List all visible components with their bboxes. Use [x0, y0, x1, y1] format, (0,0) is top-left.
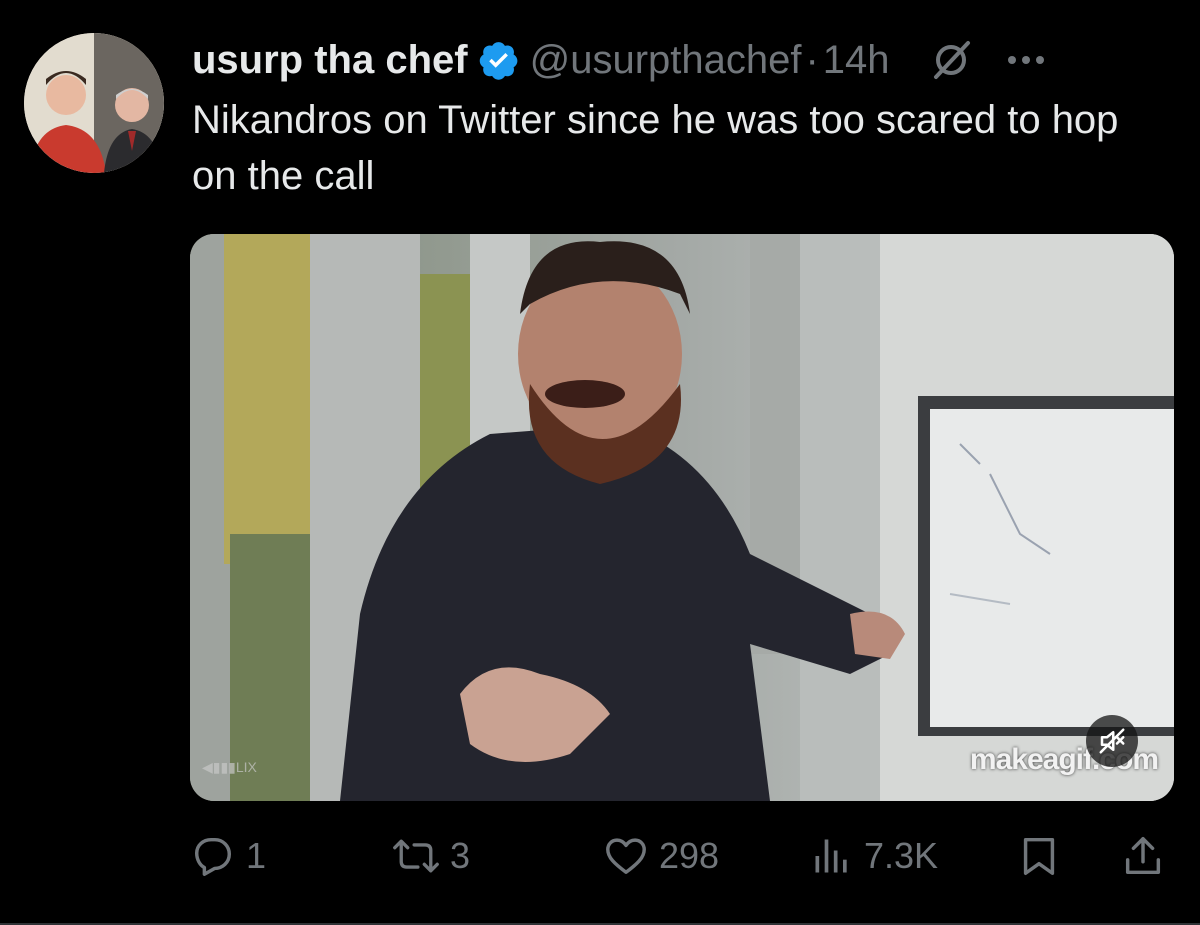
repost-button[interactable]: 3 — [392, 828, 470, 884]
avatar-image — [24, 33, 164, 173]
share-icon — [1125, 837, 1161, 875]
more-icon[interactable] — [1006, 54, 1046, 66]
grok-icon[interactable] — [928, 37, 974, 83]
video-frame: ◀▮▮▮LIX — [190, 234, 1174, 801]
separator-dot: · — [805, 37, 819, 82]
views-button[interactable]: 7.3K — [810, 828, 938, 884]
tweet[interactable]: usurp tha chef @usurpthachef · 14h Nikan… — [0, 0, 1200, 925]
reply-button[interactable]: 1 — [190, 828, 266, 884]
avatar[interactable] — [24, 33, 164, 173]
bookmark-icon — [1023, 837, 1055, 875]
svg-text:◀▮▮▮LIX: ◀▮▮▮LIX — [202, 759, 258, 775]
reply-count: 1 — [246, 835, 267, 876]
tweet-video[interactable]: ◀▮▮▮LIX makeagif.com — [190, 234, 1174, 801]
verified-badge-icon — [479, 42, 517, 80]
views-count: 7.3K — [864, 835, 939, 876]
like-count: 298 — [659, 835, 720, 876]
heart-icon — [606, 838, 646, 875]
display-name[interactable]: usurp tha chef — [192, 38, 468, 83]
handle[interactable]: @usurpthachef — [530, 38, 802, 83]
like-button[interactable]: 298 — [603, 828, 719, 884]
share-button[interactable] — [1120, 828, 1166, 884]
timestamp[interactable]: 14h — [823, 38, 890, 83]
action-bar: 1 3 298 7.3K — [0, 828, 1200, 884]
mute-icon — [1099, 728, 1125, 754]
bookmark-button[interactable] — [1016, 828, 1062, 884]
views-icon — [815, 839, 847, 873]
repost-count: 3 — [450, 835, 471, 876]
repost-icon — [393, 839, 439, 873]
tweet-header: usurp tha chef @usurpthachef · 14h — [192, 28, 1046, 92]
mute-button[interactable] — [1086, 715, 1138, 767]
reply-icon — [194, 837, 232, 876]
tweet-text: Nikandros on Twitter since he was too sc… — [192, 98, 1119, 198]
